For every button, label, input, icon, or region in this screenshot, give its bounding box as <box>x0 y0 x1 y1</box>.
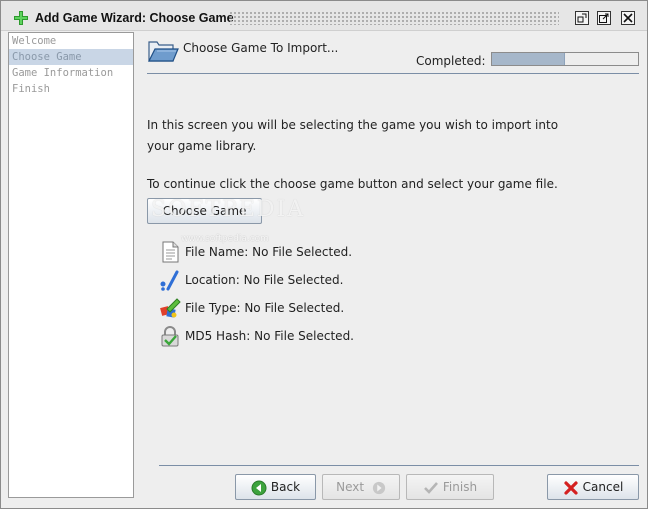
lock-icon <box>161 326 179 347</box>
next-button[interactable]: Next <box>322 474 400 500</box>
finish-label: Finish <box>442 480 478 494</box>
next-arrow-icon <box>372 481 386 494</box>
next-label: Next <box>336 480 365 494</box>
back-label: Back <box>270 480 301 494</box>
folder-open-icon <box>148 41 179 62</box>
intro-text: In this screen you will be selecting the… <box>147 118 559 153</box>
close-icon[interactable] <box>621 11 635 25</box>
footer-divider <box>159 465 639 466</box>
step-welcome: Welcome <box>12 35 57 47</box>
maximize-icon[interactable] <box>597 11 611 25</box>
title-bar[interactable]: Add Game Wizard: Choose Game <box>1 1 647 31</box>
restore-icon[interactable] <box>575 11 589 25</box>
file-icon <box>162 241 179 263</box>
progress-bar <box>491 52 639 66</box>
header-divider <box>147 73 639 74</box>
back-button[interactable]: Back <box>235 474 316 500</box>
step-choose-game: Choose Game <box>9 49 133 65</box>
file-name-label: File Name: No File Selected. <box>185 245 353 259</box>
location-label: Location: No File Selected. <box>185 273 344 287</box>
file-type-label: File Type: No File Selected. <box>185 301 345 315</box>
file-type-icon <box>160 298 181 318</box>
cancel-label: Cancel <box>582 480 624 494</box>
cancel-button[interactable]: Cancel <box>547 474 639 500</box>
checkmark-icon <box>423 481 438 494</box>
watermark-url: www.softpedia.com <box>181 234 269 244</box>
back-arrow-icon <box>251 480 267 495</box>
plus-icon <box>14 11 28 25</box>
page-title: Choose Game To Import... <box>183 41 339 55</box>
step-game-information: Game Information <box>12 67 114 79</box>
window-title: Add Game Wizard: Choose Game <box>35 11 234 25</box>
completed-label: Completed: <box>416 54 486 68</box>
watermark: SOFTPEDIA <box>151 197 306 222</box>
finish-button[interactable]: Finish <box>406 474 494 500</box>
wizard-steps: Welcome Choose Game Game Information Fin… <box>8 32 134 498</box>
wizard-window: Add Game Wizard: Choose Game Welcome Cho… <box>0 0 648 509</box>
location-icon <box>160 270 179 291</box>
instruction-text: To continue click the choose game button… <box>147 177 558 191</box>
title-grip <box>229 11 559 25</box>
progress-fill <box>492 53 565 65</box>
md5-hash-label: MD5 Hash: No File Selected. <box>185 329 354 343</box>
cancel-x-icon <box>564 480 578 495</box>
step-finish: Finish <box>12 83 50 95</box>
